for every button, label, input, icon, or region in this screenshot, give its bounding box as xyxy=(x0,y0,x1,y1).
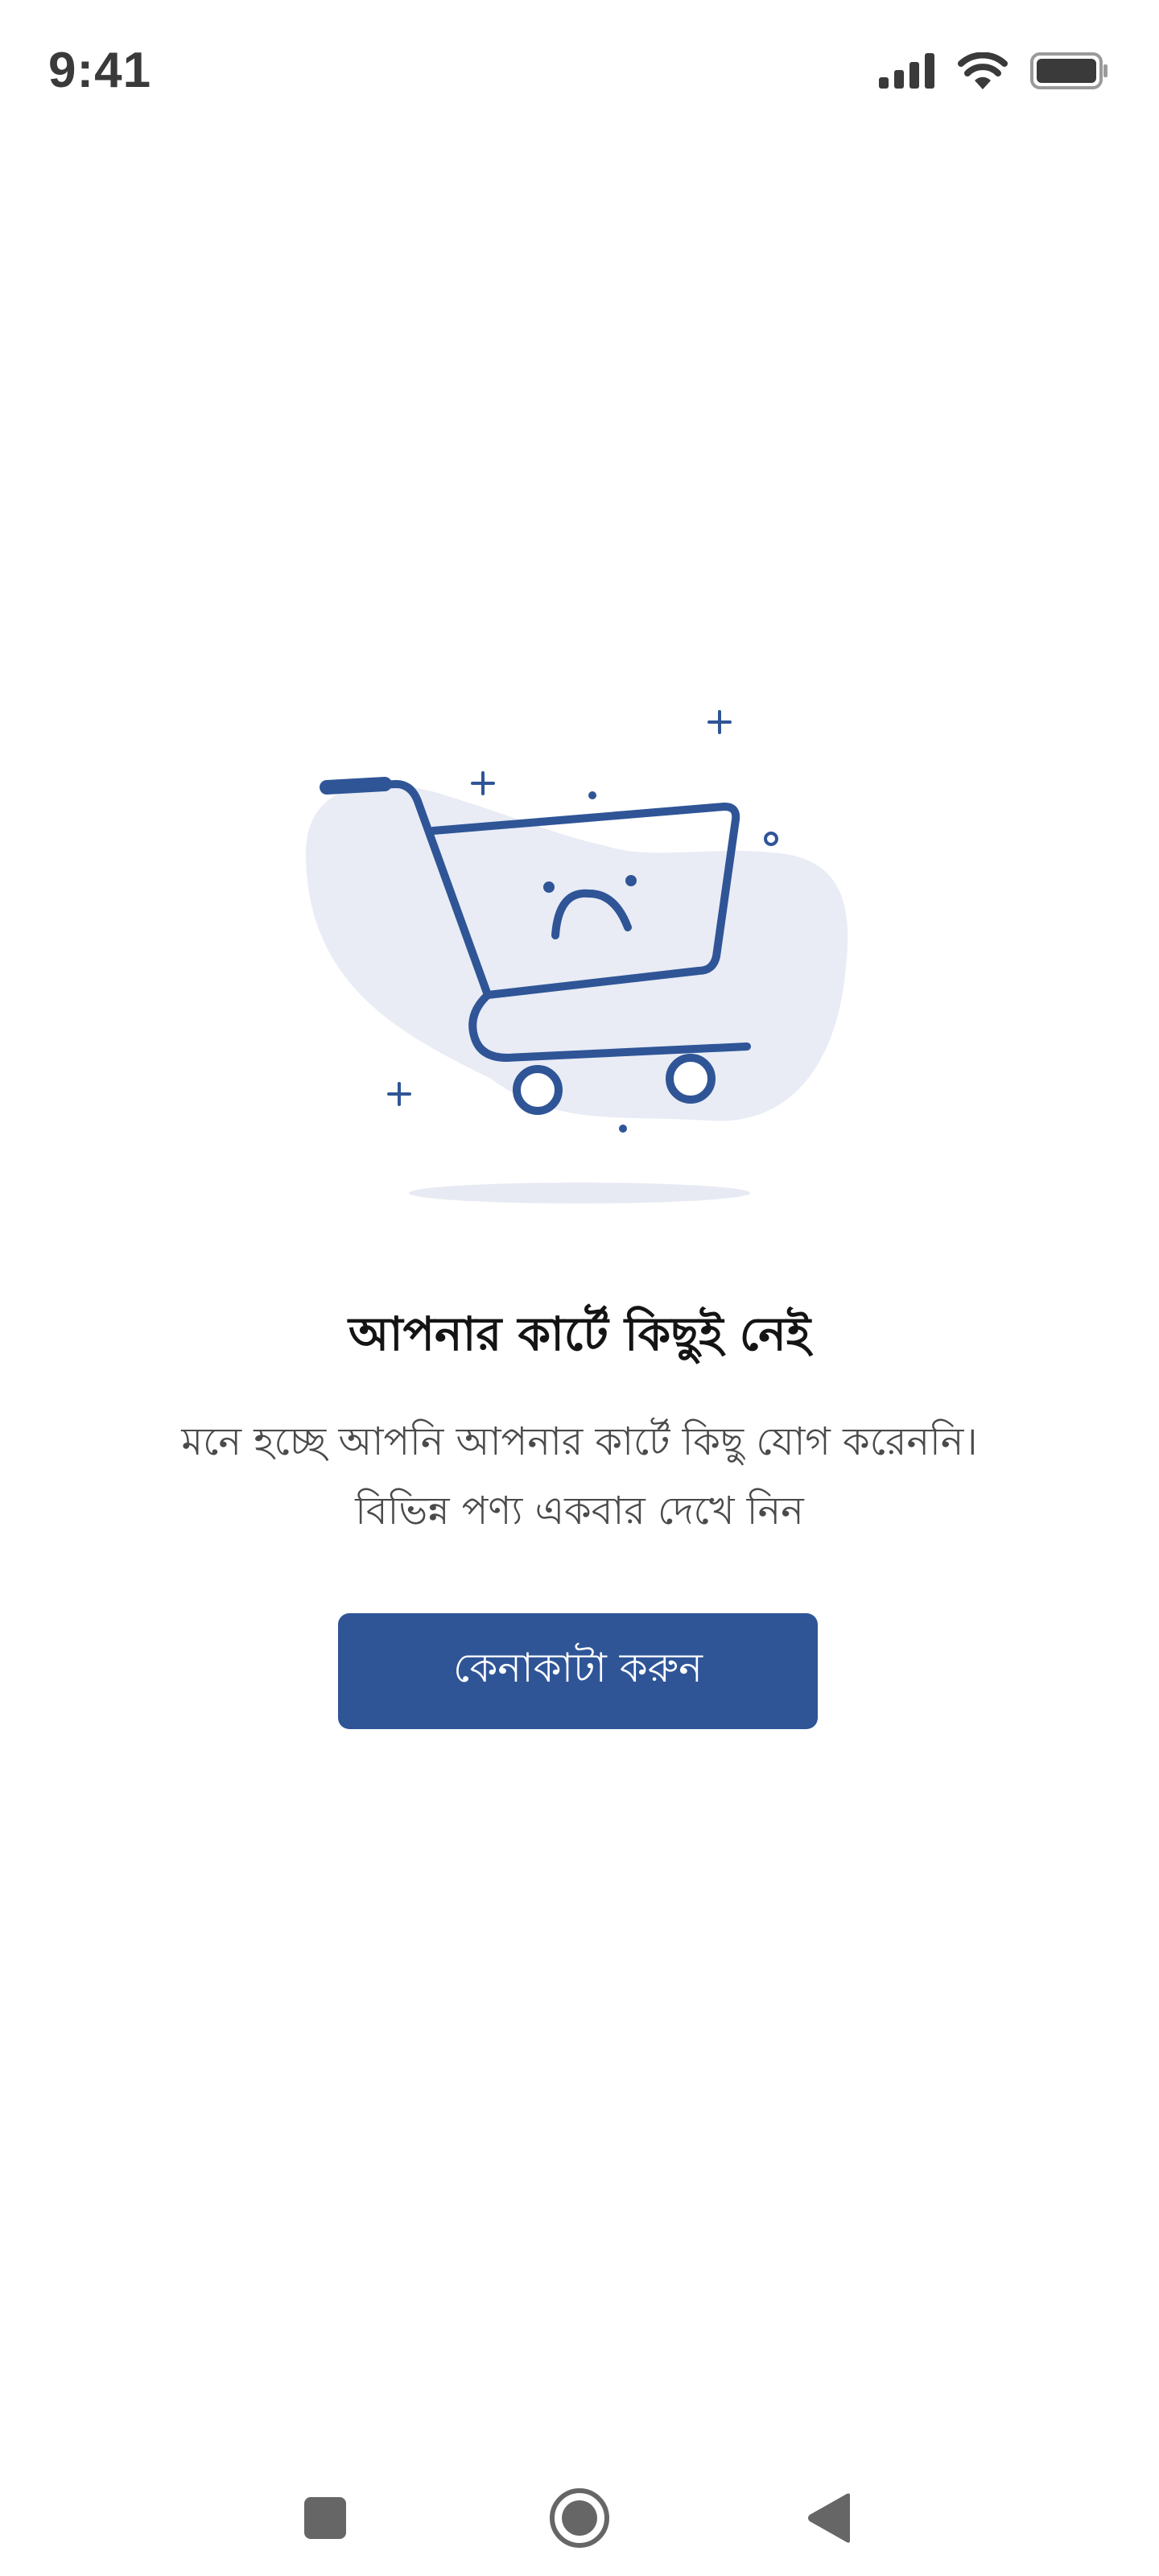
back-icon xyxy=(805,2492,853,2547)
home-icon xyxy=(547,2486,612,2553)
home-button[interactable] xyxy=(523,2463,636,2576)
start-shopping-button[interactable]: কেনাকাটা করুন xyxy=(338,1613,818,1729)
status-bar: 9:41 xyxy=(0,0,1159,145)
status-time: 9:41 xyxy=(48,43,152,98)
system-nav-bar xyxy=(0,2463,1159,2576)
wifi-icon xyxy=(958,52,1008,89)
status-icons xyxy=(879,50,1109,92)
battery-icon xyxy=(1030,52,1109,89)
back-button[interactable] xyxy=(773,2463,885,2576)
recent-apps-button[interactable] xyxy=(269,2463,382,2576)
sad-shopping-cart-icon xyxy=(290,676,869,1208)
recent-apps-icon xyxy=(303,2496,348,2544)
empty-cart-title: আপনার কার্টে কিছুই নেই xyxy=(348,1307,811,1361)
signal-icon xyxy=(879,53,935,89)
empty-cart-message: মনে হচ্ছে আপনি আপনার কার্টে কিছু যোগ করে… xyxy=(97,1407,1062,1546)
empty-cart-message-line2: বিভিন্ন পণ্য একবার দেখে নিন xyxy=(355,1488,804,1534)
empty-cart-message-line1: মনে হচ্ছে আপনি আপনার কার্টে কিছু যোগ করে… xyxy=(181,1419,978,1464)
